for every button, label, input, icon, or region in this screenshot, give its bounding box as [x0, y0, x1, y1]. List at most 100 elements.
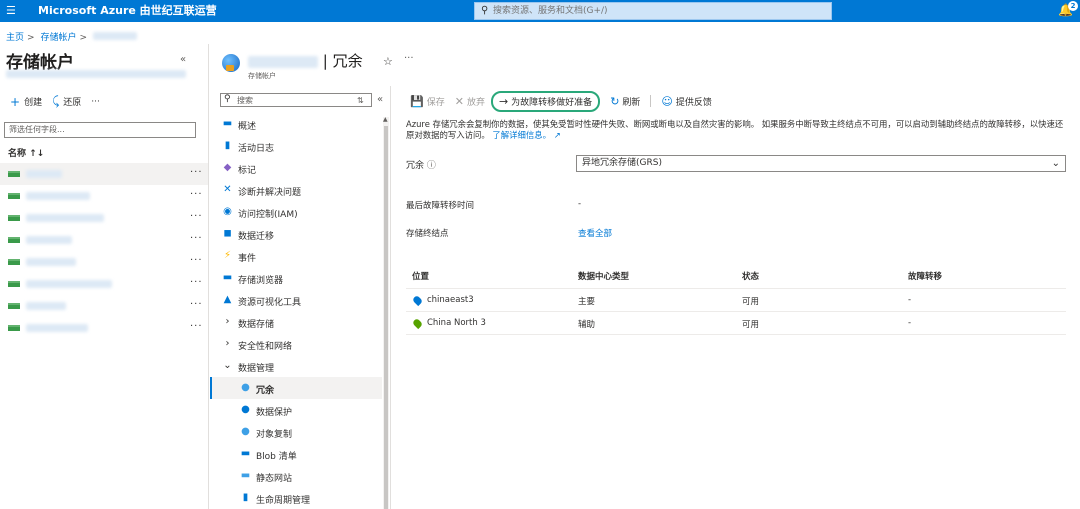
menu-item-label: 活动日志: [238, 144, 275, 154]
global-search[interactable]: ⚲: [474, 2, 832, 20]
menu-item[interactable]: ● 冗余: [210, 377, 382, 399]
save-icon: 💾: [410, 94, 424, 108]
more-icon[interactable]: ···: [190, 167, 203, 178]
cell-failover: -: [908, 295, 912, 305]
menu-item[interactable]: ⚡ 事件: [210, 245, 382, 267]
menu-item[interactable]: ◆ 标记: [210, 157, 382, 179]
more-icon[interactable]: ···: [190, 189, 203, 200]
iam-icon: ◉: [223, 206, 232, 217]
menu-item-label: 数据存储: [238, 320, 275, 330]
menu-item[interactable]: ◉ 访问控制(IAM): [210, 201, 382, 223]
list-item-name-redacted[interactable]: [26, 192, 90, 200]
hamburger-icon[interactable]: ☰: [6, 4, 16, 18]
learn-more-link[interactable]: 了解详细信息。: [492, 130, 551, 140]
view-all-endpoints-link[interactable]: 查看全部: [578, 227, 612, 239]
restore-button[interactable]: ⤹ 还原: [52, 94, 81, 109]
external-link-icon[interactable]: ↗: [554, 130, 561, 140]
menu-item[interactable]: ▬ 存储浏览器: [210, 267, 382, 289]
list-item[interactable]: ···: [0, 251, 208, 273]
menu-collapse-icon[interactable]: «: [377, 94, 383, 105]
favorite-star-icon[interactable]: ☆: [383, 55, 393, 68]
feedback-button[interactable]: ☺ 提供反馈: [661, 95, 711, 108]
menu-item[interactable]: ✕ 诊断并解决问题: [210, 179, 382, 201]
list-item-name-redacted[interactable]: [26, 236, 72, 244]
menu-item[interactable]: ▬ 静态网站: [210, 465, 382, 487]
menu-search-input[interactable]: ⚲ 搜索: [220, 93, 372, 107]
cell-datacenter-type: 辅助: [578, 320, 596, 330]
menu-item[interactable]: ▲ 资源可视化工具: [210, 289, 382, 311]
global-search-input[interactable]: [493, 4, 823, 18]
list-item[interactable]: ···: [0, 185, 208, 207]
create-button[interactable]: + 创建: [10, 95, 42, 109]
collapse-pane-icon[interactable]: «: [180, 54, 186, 65]
menu-item-label: 静态网站: [256, 474, 293, 484]
breadcrumb-resource-redacted[interactable]: [92, 32, 137, 40]
list-item[interactable]: ···: [0, 295, 208, 317]
prepare-failover-button[interactable]: → 为故障转移做好准备: [490, 90, 601, 112]
more-icon[interactable]: ···: [190, 255, 203, 266]
list-item-name-redacted[interactable]: [26, 214, 104, 222]
storage-account-icon: [8, 171, 20, 177]
menu-item-label: 事件: [238, 254, 257, 264]
more-icon[interactable]: ···: [190, 233, 203, 244]
menu-item[interactable]: ● 数据保护: [210, 399, 382, 421]
breadcrumb-home[interactable]: 主页: [6, 33, 24, 43]
menu-item-label: 访问控制(IAM): [238, 210, 298, 220]
menu-scrollbar-thumb[interactable]: [384, 126, 388, 509]
save-button[interactable]: 💾 保存: [410, 95, 445, 108]
list-item[interactable]: ···: [0, 207, 208, 229]
storage-account-list: ··· ··· ··· ··· ··· ··· ··· ···: [0, 163, 208, 339]
save-label: 保存: [426, 97, 445, 108]
refresh-icon: ↻: [610, 94, 620, 108]
more-actions-button[interactable]: ···: [91, 97, 100, 107]
discard-button[interactable]: ✕ 放弃: [455, 95, 485, 108]
scroll-up-arrow-icon[interactable]: ▲: [383, 116, 388, 123]
menu-item[interactable]: ▮ 生命周期管理: [210, 487, 382, 509]
brand-title[interactable]: Microsoft Azure 由世纪互联运营: [38, 4, 217, 18]
menu-item[interactable]: ▬ 概述: [210, 113, 382, 135]
chevron-down-icon: ⌄: [1051, 158, 1060, 169]
list-item[interactable]: ···: [0, 273, 208, 295]
info-icon[interactable]: ⓘ: [427, 161, 436, 171]
top-bar: ☰ Microsoft Azure 由世纪互联运营 ⚲ 🔔 2: [0, 0, 1080, 22]
list-item-name-redacted[interactable]: [26, 258, 76, 266]
menu-item[interactable]: ▮ 活动日志: [210, 135, 382, 157]
refresh-button[interactable]: ↻ 刷新: [610, 95, 640, 108]
table-header-divider: [406, 288, 1066, 289]
menu-expand-toggle-icon[interactable]: ⇅: [357, 96, 364, 105]
search-icon: ⚲: [481, 5, 489, 16]
menu-item-label: 数据迁移: [238, 232, 275, 242]
activity-log-icon: ▮: [224, 140, 231, 151]
name-column-header[interactable]: 名称 ↑↓: [8, 146, 44, 159]
menu-item[interactable]: ⌄ 数据管理: [210, 355, 382, 377]
list-item-name-redacted[interactable]: [26, 170, 62, 178]
discard-label: 放弃: [466, 97, 485, 108]
prepare-failover-label: 为故障转移做好准备: [511, 97, 593, 108]
more-icon[interactable]: ···: [190, 299, 203, 310]
list-item[interactable]: ···: [0, 317, 208, 339]
menu-item[interactable]: ◼ 数据迁移: [210, 223, 382, 245]
redundancy-label: 冗余 ⓘ: [406, 158, 436, 171]
cell-failover: -: [908, 318, 912, 328]
more-icon[interactable]: ···: [190, 321, 203, 332]
more-icon[interactable]: ···: [190, 211, 203, 222]
overview-icon: ▬: [222, 118, 233, 129]
redundancy-dropdown[interactable]: 异地冗余存储(GRS) ⌄: [576, 155, 1066, 172]
list-item-name-redacted[interactable]: [26, 280, 112, 288]
menu-item[interactable]: › 数据存储: [210, 311, 382, 333]
list-item[interactable]: ···: [0, 163, 208, 185]
filter-input[interactable]: 筛选任何字段...: [4, 122, 196, 138]
menu-item[interactable]: ▬ Blob 清单: [210, 443, 382, 465]
list-item-name-redacted[interactable]: [26, 302, 66, 310]
menu-item[interactable]: › 安全性和网络: [210, 333, 382, 355]
column-header-datacenter-type: 数据中心类型: [578, 272, 630, 282]
list-item[interactable]: ···: [0, 229, 208, 251]
list-item-name-redacted[interactable]: [26, 324, 88, 332]
table-row-divider: [406, 334, 1066, 335]
more-icon[interactable]: ···: [190, 277, 203, 288]
cell-status: 可用: [742, 320, 760, 330]
breadcrumb-storage-accounts[interactable]: 存储帐户: [40, 33, 76, 43]
menu-item[interactable]: ● 对象复制: [210, 421, 382, 443]
menu-item-label: 标记: [238, 166, 257, 176]
resource-more-icon[interactable]: ···: [404, 53, 414, 64]
